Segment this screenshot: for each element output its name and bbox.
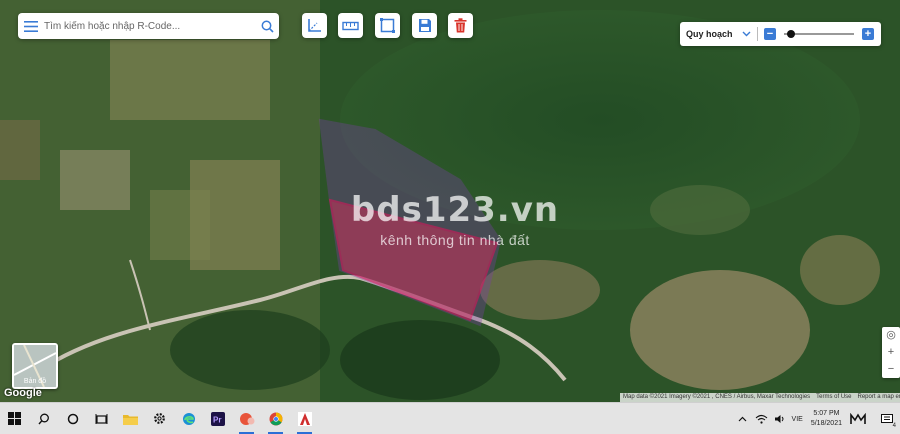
app-tray-icon[interactable] <box>850 413 866 425</box>
autocad-button[interactable] <box>290 403 319 434</box>
ruler-icon <box>342 21 359 30</box>
attribution-text: Map data ©2021 Imagery ©2021 , CNES / Ai… <box>623 394 811 400</box>
save-icon <box>418 19 431 32</box>
opacity-increase-button[interactable]: + <box>862 28 874 40</box>
task-view-button[interactable] <box>87 403 116 434</box>
ruler-button[interactable] <box>338 13 363 38</box>
cortana-icon <box>67 413 78 424</box>
chevron-down-icon[interactable] <box>742 31 751 37</box>
map-attribution: Map data ©2021 Imagery ©2021 , CNES / Ai… <box>620 393 900 402</box>
language-indicator[interactable]: VIE <box>792 416 803 423</box>
search-bar <box>18 13 279 39</box>
opacity-decrease-button[interactable]: − <box>764 28 776 40</box>
premiere-button[interactable]: Pr <box>203 403 232 434</box>
speaker-icon[interactable] <box>774 414 786 424</box>
edge-button[interactable] <box>174 403 203 434</box>
windows-icon <box>8 412 21 425</box>
gear-icon <box>154 413 165 424</box>
chrome-icon <box>269 412 282 425</box>
save-button[interactable] <box>412 13 437 38</box>
delete-icon <box>454 18 467 33</box>
autocad-icon <box>297 411 312 426</box>
search-input[interactable] <box>44 15 255 37</box>
start-button[interactable] <box>0 403 29 434</box>
search-icon[interactable] <box>255 14 279 38</box>
chat-icon <box>239 412 254 425</box>
location-icon[interactable]: ◎ <box>882 327 900 344</box>
watermark-subtitle: kênh thông tin nhà đất <box>380 232 530 248</box>
clock-date: 5/18/2021 <box>810 420 842 427</box>
task-view-icon <box>95 413 108 424</box>
notification-center-button[interactable]: 4 <box>874 403 900 434</box>
select-area-icon <box>380 18 395 33</box>
menu-icon[interactable] <box>18 13 44 39</box>
measure-angle-icon <box>308 19 321 32</box>
taskbar: Pr VIE 5:07 PM 5/18/2021 4 <box>0 402 900 434</box>
folder-icon <box>123 414 138 425</box>
search-icon <box>37 413 49 424</box>
system-tray: VIE 5:07 PM 5/18/2021 4 <box>738 403 900 434</box>
measure-angle-button[interactable] <box>302 13 327 38</box>
chrome-button[interactable] <box>261 403 290 434</box>
file-explorer-button[interactable] <box>116 403 145 434</box>
cortana-button[interactable] <box>58 403 87 434</box>
chat-button[interactable] <box>232 403 261 434</box>
google-logo: Google <box>4 387 42 399</box>
layer-select[interactable]: Quy hoạch <box>686 29 742 39</box>
terms-link[interactable]: Terms of Use <box>816 393 851 402</box>
search-taskbar-button[interactable] <box>29 403 58 434</box>
satellite-map[interactable]: Quy hoạch − + bds123.vn kênh thông tin n… <box>0 0 900 402</box>
zoom-out-button[interactable]: − <box>882 361 900 378</box>
notification-icon <box>881 413 893 423</box>
delete-button[interactable] <box>448 13 473 38</box>
zoom-control: ◎ + − <box>882 327 900 378</box>
edge-icon <box>182 412 195 425</box>
select-area-button[interactable] <box>375 13 400 38</box>
chevron-up-icon[interactable] <box>738 416 747 422</box>
layer-control: Quy hoạch − + <box>680 22 881 46</box>
premiere-icon: Pr <box>210 411 225 426</box>
clock-time: 5:07 PM <box>813 410 840 417</box>
report-link[interactable]: Report a map error <box>858 393 900 402</box>
settings-button[interactable] <box>145 403 174 434</box>
slider-knob[interactable] <box>787 30 796 38</box>
clock[interactable]: 5:07 PM 5/18/2021 <box>811 409 842 429</box>
basemap-label: Bản đồ <box>23 378 47 385</box>
svg-text:Pr: Pr <box>213 415 221 424</box>
divider <box>757 27 758 41</box>
watermark-title: bds123.vn <box>350 190 560 230</box>
wifi-icon[interactable] <box>755 414 768 424</box>
opacity-slider[interactable] <box>784 29 854 39</box>
watermark: bds123.vn kênh thông tin nhà đất <box>340 190 570 248</box>
basemap-toggle[interactable]: Bản đồ <box>12 343 58 389</box>
notification-count: 4 <box>892 423 896 429</box>
screen: Quy hoạch − + bds123.vn kênh thông tin n… <box>0 0 900 434</box>
zoom-in-button[interactable]: + <box>882 344 900 361</box>
